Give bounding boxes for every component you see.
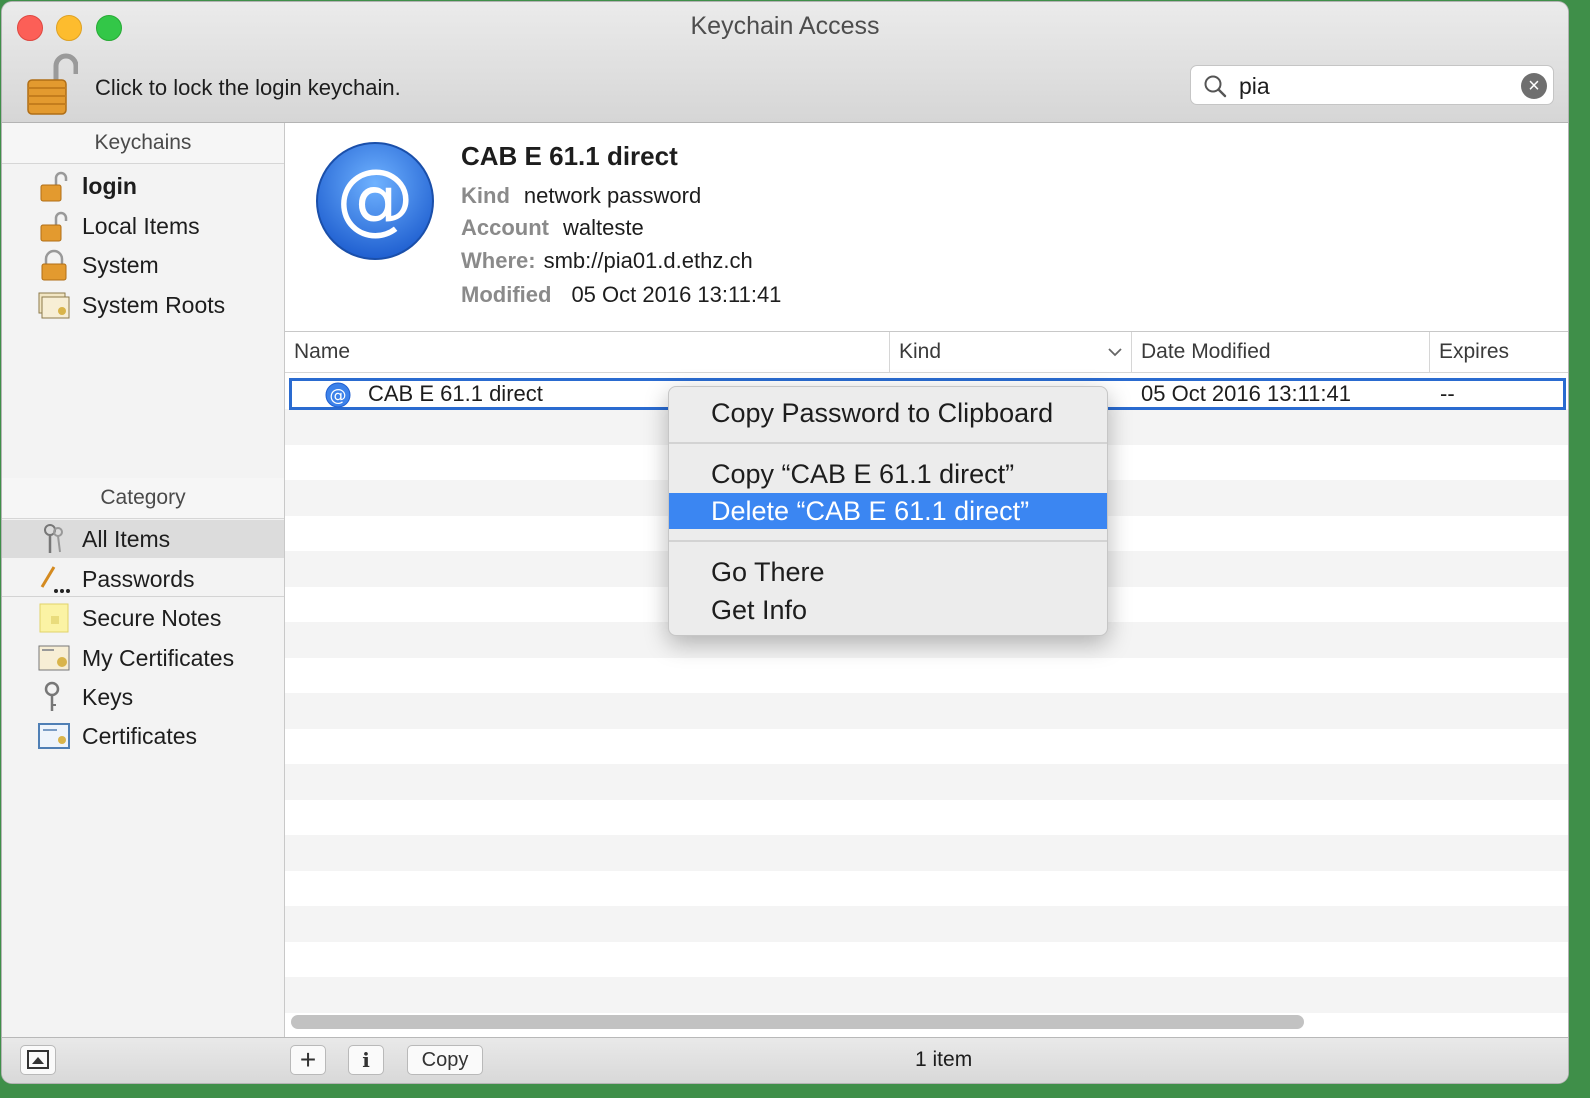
sidebar-item-secure-notes[interactable]: Secure Notes <box>2 599 284 637</box>
sidebar-item-login[interactable]: login <box>2 167 284 205</box>
certificate-stack-icon <box>38 292 70 319</box>
keychains-header: Keychains <box>2 123 284 164</box>
search-field[interactable]: × <box>1190 65 1554 105</box>
sidebar-item-local-items[interactable]: Local Items <box>2 207 284 245</box>
search-input[interactable] <box>1237 70 1511 102</box>
sidebar-item-label: All Items <box>82 526 171 552</box>
sidebar-item-label: System Roots <box>82 292 226 318</box>
add-item-button[interactable]: + <box>290 1045 326 1075</box>
row-name: CAB E 61.1 direct <box>368 381 543 406</box>
sidebar-item-keys[interactable]: Keys <box>2 678 284 716</box>
sidebar-item-system-roots[interactable]: System Roots <box>2 286 284 324</box>
item-count-status: 1 item <box>915 1048 973 1071</box>
pencil-dots-icon <box>40 566 70 593</box>
column-header-expires[interactable]: Expires <box>1429 332 1568 372</box>
where-value: smb://pia01.d.ethz.ch <box>543 248 753 273</box>
window-title: Keychain Access <box>690 12 880 40</box>
table-stripe <box>285 764 1568 800</box>
sidebar-item-all-items[interactable]: All Items <box>2 520 284 558</box>
sidebar-item-label: Secure Notes <box>82 605 222 631</box>
column-header-kind[interactable]: Kind <box>889 332 1131 372</box>
kind-value: network password <box>523 183 702 208</box>
sidebar-item-certificates[interactable]: Certificates <box>2 717 284 755</box>
bottom-bar: + i Copy 1 item <box>2 1037 1568 1083</box>
sidebar-item-label: System <box>82 252 159 278</box>
locked-padlock-icon <box>41 249 67 281</box>
menu-item-delete-item[interactable]: Delete “CAB E 61.1 direct” <box>669 493 1107 529</box>
modified-label: Modified <box>461 282 552 307</box>
sidebar-item-label: Certificates <box>82 723 198 749</box>
menu-separator <box>669 442 1107 444</box>
svg-text:@: @ <box>330 386 347 406</box>
column-header-name[interactable]: Name <box>285 332 889 372</box>
horizontal-scrollbar[interactable] <box>291 1015 1304 1029</box>
detail-modified-row: Modified 05 Oct 2016 13:11:41 <box>461 282 781 308</box>
keys-icon <box>44 524 63 553</box>
keychain-access-window: Keychain Access Click to lock the login … <box>2 2 1568 1083</box>
unlocked-padlock-icon <box>40 171 68 202</box>
context-menu: Copy Password to Clipboard Copy “CAB E 6… <box>668 386 1108 636</box>
clear-search-icon[interactable]: × <box>1521 73 1547 99</box>
svg-text:@: @ <box>336 154 414 244</box>
sidebar-item-my-certificates[interactable]: My Certificates <box>2 639 284 677</box>
column-header-date-modified[interactable]: Date Modified <box>1131 332 1429 372</box>
row-expires: -- <box>1440 381 1455 406</box>
table-stripe <box>285 977 1568 1013</box>
table-stripe <box>285 835 1568 871</box>
toggle-sidebar-button[interactable] <box>20 1045 56 1075</box>
certificate-person-icon <box>38 645 70 671</box>
keychain-lock-icon[interactable] <box>26 52 79 116</box>
modified-value: 05 Oct 2016 13:11:41 <box>571 282 782 307</box>
column-header-label: Kind <box>899 340 942 363</box>
row-date-modified: 05 Oct 2016 13:11:41 <box>1141 381 1351 406</box>
item-detail-panel: @ CAB E 61.1 direct Kind network password… <box>285 123 1568 332</box>
detail-account-row: Account walteste <box>461 215 644 241</box>
table-header: Name Kind Date Modified Expires <box>285 332 1568 373</box>
lock-keychain-label[interactable]: Click to lock the login keychain. <box>95 75 401 101</box>
account-value: walteste <box>563 215 644 240</box>
note-icon <box>39 603 69 633</box>
titlebar: Keychain Access Click to lock the login … <box>2 2 1568 123</box>
key-icon <box>44 681 60 711</box>
sidebar-item-label: Passwords <box>82 566 195 592</box>
certificate-icon <box>38 723 70 749</box>
table-stripe <box>285 693 1568 729</box>
at-sign-icon: @ <box>325 382 351 408</box>
category-header: Category <box>2 478 284 519</box>
copy-button[interactable]: Copy <box>407 1045 483 1075</box>
detail-kind-row: Kind network password <box>461 183 701 209</box>
kind-label: Kind <box>461 183 510 208</box>
detail-where-row: Where: smb://pia01.d.ethz.ch <box>461 248 753 274</box>
sidebar-item-system[interactable]: System <box>2 246 284 284</box>
chevron-down-icon <box>1108 348 1122 357</box>
menu-item-copy-item[interactable]: Copy “CAB E 61.1 direct” <box>669 456 1107 492</box>
sidebar-item-label: Keys <box>82 684 134 710</box>
account-label: Account <box>461 215 549 240</box>
where-label: Where: <box>461 248 536 273</box>
sidebar-item-label: My Certificates <box>82 645 235 671</box>
sidebar-item-label: Local Items <box>82 213 200 239</box>
menu-item-go-there[interactable]: Go There <box>669 554 1107 590</box>
sidebar-item-label: login <box>82 173 137 199</box>
menu-item-copy-password[interactable]: Copy Password to Clipboard <box>669 395 1107 431</box>
at-sign-icon: @ <box>316 142 434 260</box>
menu-item-get-info[interactable]: Get Info <box>669 592 1107 628</box>
unlocked-padlock-icon <box>40 211 68 242</box>
item-name: CAB E 61.1 direct <box>461 141 678 171</box>
sidebar: Keychains login Local Items System Syste… <box>2 123 285 1037</box>
info-button[interactable]: i <box>348 1045 384 1075</box>
search-icon <box>1204 75 1227 98</box>
table-stripe <box>285 906 1568 942</box>
menu-separator <box>669 540 1107 542</box>
sidebar-toggle-icon <box>27 1050 49 1069</box>
sidebar-item-passwords[interactable]: Passwords <box>2 560 284 598</box>
